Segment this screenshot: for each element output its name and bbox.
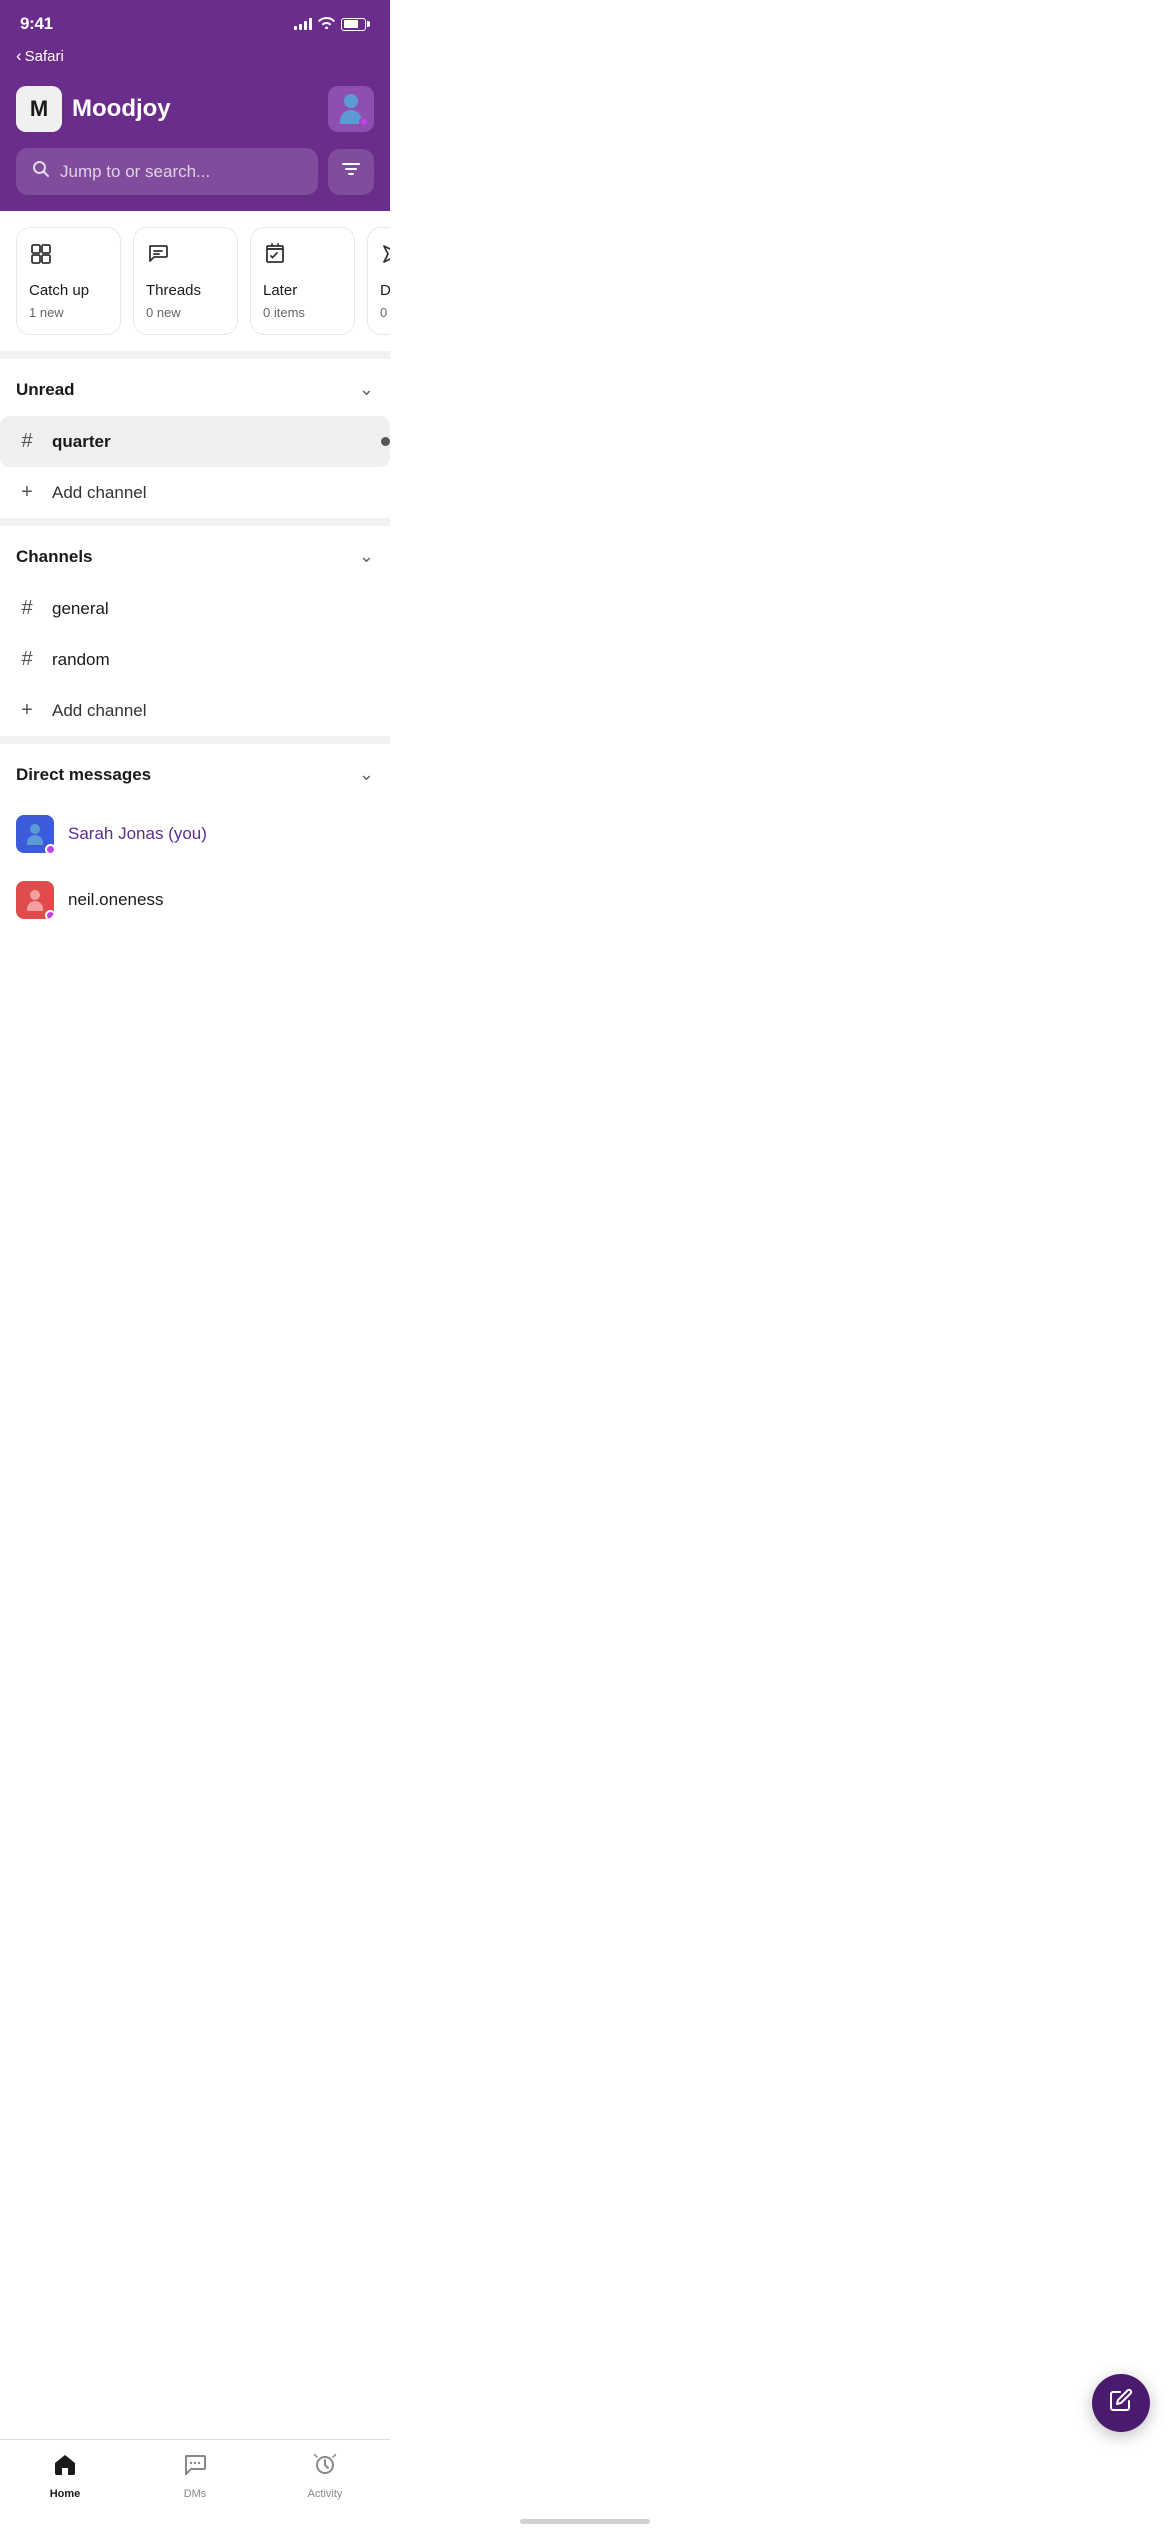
- search-bar[interactable]: Jump to or search...: [16, 148, 318, 195]
- drafts-title: Drafts: [380, 282, 390, 299]
- later-title: Later: [263, 282, 342, 299]
- home-tab-icon: [52, 2452, 78, 2485]
- wifi-icon: [318, 16, 335, 32]
- app-header-left: M Moodjoy: [16, 86, 171, 132]
- back-arrow-icon: ‹: [16, 46, 22, 66]
- dm-section-header[interactable]: Direct messages ⌄: [16, 744, 374, 801]
- channels-section: Channels ⌄ # general # random + Add chan…: [0, 526, 390, 736]
- filter-icon: [341, 161, 361, 182]
- compose-fab[interactable]: [1092, 2374, 1150, 2432]
- battery-icon: [341, 18, 370, 31]
- channel-item-quarter[interactable]: # quarter: [0, 416, 390, 467]
- dm-section-title: Direct messages: [16, 765, 151, 785]
- tab-home[interactable]: Home: [0, 2448, 130, 2504]
- channel-item-general[interactable]: # general: [16, 583, 374, 634]
- threads-card[interactable]: Threads 0 new: [133, 227, 238, 335]
- safari-back-bar[interactable]: ‹ Safari: [0, 42, 390, 74]
- search-area: Jump to or search...: [0, 148, 390, 211]
- status-time: 9:41: [20, 14, 53, 34]
- dm-chevron-icon: ⌄: [359, 764, 374, 785]
- dm-section: Direct messages ⌄ Sarah Jonas (you): [0, 744, 390, 933]
- dms-tab-label: DMs: [184, 2488, 207, 2500]
- drafts-icon: [380, 242, 390, 272]
- dm-person-icon-neil: [27, 890, 43, 911]
- channels-add-channel-label: Add channel: [52, 701, 147, 721]
- unread-section: Unread ⌄ # quarter + Add channel: [0, 359, 390, 518]
- channel-name-quarter: quarter: [52, 432, 111, 452]
- channel-hash-icon: #: [16, 648, 38, 671]
- safari-back-label: Safari: [25, 48, 64, 65]
- activity-tab-icon: [312, 2452, 338, 2485]
- status-bar: 9:41: [0, 0, 390, 42]
- main-content: Catch up 1 new Threads 0 new: [0, 211, 390, 933]
- add-channel-plus-icon: +: [16, 481, 38, 504]
- channel-name-general: general: [52, 599, 109, 619]
- add-channel-plus-icon: +: [16, 699, 38, 722]
- dms-tab-icon: [182, 2452, 208, 2485]
- threads-title: Threads: [146, 282, 225, 299]
- home-tab-label: Home: [50, 2488, 81, 2500]
- catchup-card[interactable]: Catch up 1 new: [16, 227, 121, 335]
- unread-indicator-dot: [381, 437, 390, 446]
- channels-section-header[interactable]: Channels ⌄: [16, 526, 374, 583]
- channel-item-random[interactable]: # random: [16, 634, 374, 685]
- catchup-title: Catch up: [29, 282, 108, 299]
- activity-tab-label: Activity: [308, 2488, 343, 2500]
- tab-bar: Home DMs Activity: [0, 2439, 390, 2532]
- dm-item-sarah[interactable]: Sarah Jonas (you): [16, 801, 374, 867]
- threads-sub: 0 new: [146, 305, 225, 320]
- dm-avatar-sarah: [16, 815, 54, 853]
- app-logo: M: [16, 86, 62, 132]
- dm-item-neil[interactable]: neil.oneness: [16, 867, 374, 933]
- status-icons: [294, 16, 370, 32]
- threads-icon: [146, 242, 225, 272]
- app-header: M Moodjoy: [0, 74, 390, 148]
- search-placeholder: Jump to or search...: [60, 162, 210, 182]
- filter-button[interactable]: [328, 149, 374, 195]
- channel-hash-icon: #: [16, 430, 38, 453]
- safari-back-button[interactable]: ‹ Safari: [16, 46, 64, 66]
- avatar-button[interactable]: [328, 86, 374, 132]
- compose-icon: [1109, 2388, 1133, 2418]
- channels-section-title: Channels: [16, 547, 93, 567]
- tab-dms[interactable]: DMs: [130, 2448, 260, 2504]
- dm-name-neil: neil.oneness: [68, 890, 163, 910]
- separator-1: [0, 351, 390, 359]
- unread-section-header[interactable]: Unread ⌄: [16, 359, 374, 416]
- quick-actions-row: Catch up 1 new Threads 0 new: [0, 211, 390, 351]
- drafts-sub: 0 items: [380, 305, 390, 320]
- unread-add-channel[interactable]: + Add channel: [16, 467, 374, 518]
- tab-activity[interactable]: Activity: [260, 2448, 390, 2504]
- dm-status-dot-sarah: [45, 844, 56, 855]
- channel-hash-icon: #: [16, 597, 38, 620]
- catchup-sub: 1 new: [29, 305, 108, 320]
- app-title: Moodjoy: [72, 95, 171, 123]
- channel-name-random: random: [52, 650, 110, 670]
- channels-chevron-icon: ⌄: [359, 546, 374, 567]
- unread-section-title: Unread: [16, 380, 75, 400]
- catchup-icon: [29, 242, 108, 272]
- channels-add-channel[interactable]: + Add channel: [16, 685, 374, 736]
- unread-add-channel-label: Add channel: [52, 483, 147, 503]
- dm-avatar-neil: [16, 881, 54, 919]
- dm-person-icon-sarah: [27, 824, 43, 845]
- later-card[interactable]: Later 0 items: [250, 227, 355, 335]
- home-indicator: [520, 2519, 650, 2524]
- later-icon: [263, 242, 342, 272]
- signal-icon: [294, 18, 312, 30]
- unread-chevron-icon: ⌄: [359, 379, 374, 400]
- dm-status-dot-neil: [45, 910, 54, 919]
- separator-2: [0, 518, 390, 526]
- separator-3: [0, 736, 390, 744]
- dm-name-sarah: Sarah Jonas (you): [68, 824, 207, 844]
- drafts-card[interactable]: Drafts 0 items: [367, 227, 390, 335]
- avatar-status-dot: [359, 117, 369, 127]
- search-icon: [32, 160, 50, 183]
- later-sub: 0 items: [263, 305, 342, 320]
